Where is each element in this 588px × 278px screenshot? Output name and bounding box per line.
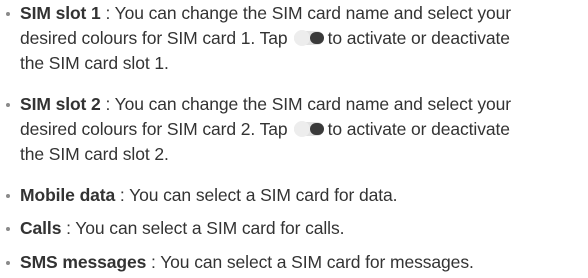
item-description: : You can select a SIM card for data.: [115, 185, 398, 205]
item-text: SMS messages : You can select a SIM card…: [20, 250, 588, 275]
list-item-sim-slot-1: SIM slot 1 : You can change the SIM card…: [0, 1, 588, 76]
item-term: SIM slot 2: [20, 94, 101, 114]
list-item-sim-slot-2: SIM slot 2 : You can change the SIM card…: [0, 92, 588, 167]
list-item-calls: Calls : You can select a SIM card for ca…: [0, 216, 588, 241]
document-page: SIM slot 1 : You can change the SIM card…: [0, 0, 588, 278]
item-description-line2a: desired colours for SIM card 2. Tap: [20, 119, 288, 139]
toggle-switch-icon: [293, 30, 324, 46]
item-description-line2b: to activate or deactivate: [327, 28, 510, 48]
bullet-icon: [6, 261, 10, 265]
item-description-line3: the SIM card slot 1.: [20, 53, 169, 73]
item-term: Mobile data: [20, 185, 116, 205]
bullet-icon: [6, 227, 10, 231]
bullet-icon: [6, 194, 10, 198]
item-description-line3: the SIM card slot 2.: [20, 144, 169, 164]
item-text: SIM slot 1 : You can change the SIM card…: [20, 1, 588, 76]
item-description-line2b: to activate or deactivate: [327, 119, 510, 139]
item-description-line1: : You can change the SIM card name and s…: [100, 3, 511, 23]
item-term: SIM slot 1: [20, 3, 101, 23]
item-description-line1: : You can change the SIM card name and s…: [100, 94, 511, 114]
item-term: SMS messages: [20, 252, 147, 272]
item-description: : You can select a SIM card for messages…: [146, 252, 474, 272]
item-description: : You can select a SIM card for calls.: [61, 218, 345, 238]
toggle-switch-icon: [293, 121, 324, 137]
item-text: SIM slot 2 : You can change the SIM card…: [20, 92, 588, 167]
bullet-icon: [6, 12, 10, 16]
list-item-mobile-data: Mobile data : You can select a SIM card …: [0, 183, 588, 208]
item-term: Calls: [20, 218, 62, 238]
list-item-sms-messages: SMS messages : You can select a SIM card…: [0, 250, 588, 275]
item-text: Calls : You can select a SIM card for ca…: [20, 216, 588, 241]
item-text: Mobile data : You can select a SIM card …: [20, 183, 588, 208]
item-description-line2a: desired colours for SIM card 1. Tap: [20, 28, 288, 48]
bullet-icon: [6, 103, 10, 107]
